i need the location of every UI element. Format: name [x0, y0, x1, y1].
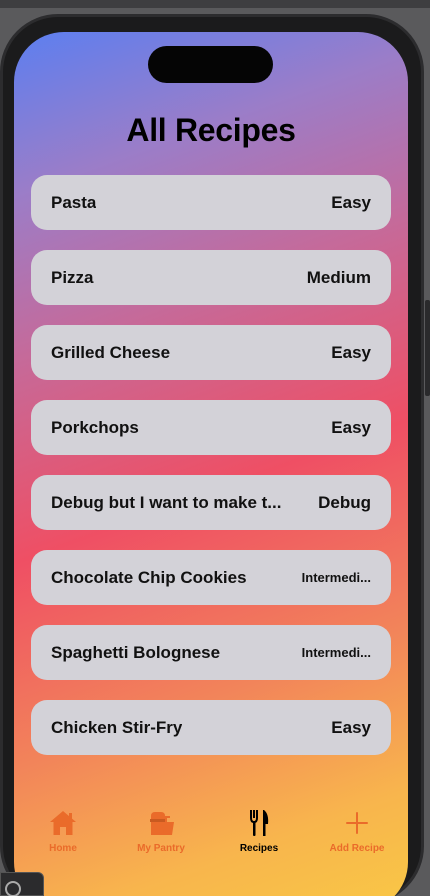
recipe-name: Chicken Stir-Fry [51, 717, 183, 737]
recipe-name: Pasta [51, 192, 97, 212]
window-top-strip [0, 0, 430, 8]
recipe-row[interactable]: Chocolate Chip Cookies Intermedi... [31, 550, 391, 605]
recipe-name: Porkchops [51, 417, 139, 437]
recipe-row[interactable]: Pasta Easy [31, 175, 391, 230]
pantry-bag-icon [150, 812, 174, 835]
circle-icon [5, 881, 21, 896]
recipe-row[interactable]: Debug but I want to make t... Debug [31, 475, 391, 530]
recipe-name: Debug but I want to make t... [51, 492, 282, 512]
house-icon [50, 811, 76, 835]
recipe-difficulty: Easy [331, 717, 371, 737]
recipe-difficulty: Debug [318, 492, 371, 512]
dynamic-island [148, 46, 273, 83]
app-screen: All Recipes Pasta Easy Pizza Medium Gril… [14, 32, 408, 896]
plus-icon [346, 812, 368, 834]
tab-label: My Pantry [137, 843, 185, 854]
tab-label: Recipes [239, 843, 279, 854]
recipe-row[interactable]: Grilled Cheese Easy [31, 325, 391, 380]
recipe-difficulty: Intermedi... [301, 645, 371, 660]
side-button [425, 300, 430, 396]
recipe-name: Pizza [51, 267, 94, 287]
recipe-difficulty: Medium [306, 267, 371, 287]
recipe-row[interactable]: Porkchops Easy [31, 400, 391, 455]
tab-recipes[interactable]: Recipes [210, 802, 308, 862]
page-title: All Recipes [126, 112, 296, 148]
recipe-difficulty: Intermedi... [301, 570, 371, 585]
recipe-row[interactable]: Chicken Stir-Fry Easy [31, 700, 391, 755]
recipe-name: Grilled Cheese [51, 342, 171, 362]
recipe-difficulty: Easy [331, 342, 371, 362]
tab-my-pantry[interactable]: My Pantry [112, 802, 210, 862]
tab-label: Add Recipe [329, 843, 385, 854]
corner-badge [0, 872, 44, 896]
tab-bar: Home My Pantry Recipes Add Recipe [14, 802, 408, 862]
recipe-name: Spaghetti Bolognese [51, 642, 221, 662]
tab-home[interactable]: Home [14, 802, 112, 862]
recipe-name: Chocolate Chip Cookies [51, 567, 247, 587]
recipe-row[interactable]: Pizza Medium [31, 250, 391, 305]
tab-label: Home [49, 843, 77, 854]
fork-knife-icon [250, 810, 269, 836]
recipe-row[interactable]: Spaghetti Bolognese Intermedi... [31, 625, 391, 680]
recipe-difficulty: Easy [331, 192, 371, 212]
recipe-difficulty: Easy [331, 417, 371, 437]
tab-add-recipe[interactable]: Add Recipe [308, 802, 406, 862]
